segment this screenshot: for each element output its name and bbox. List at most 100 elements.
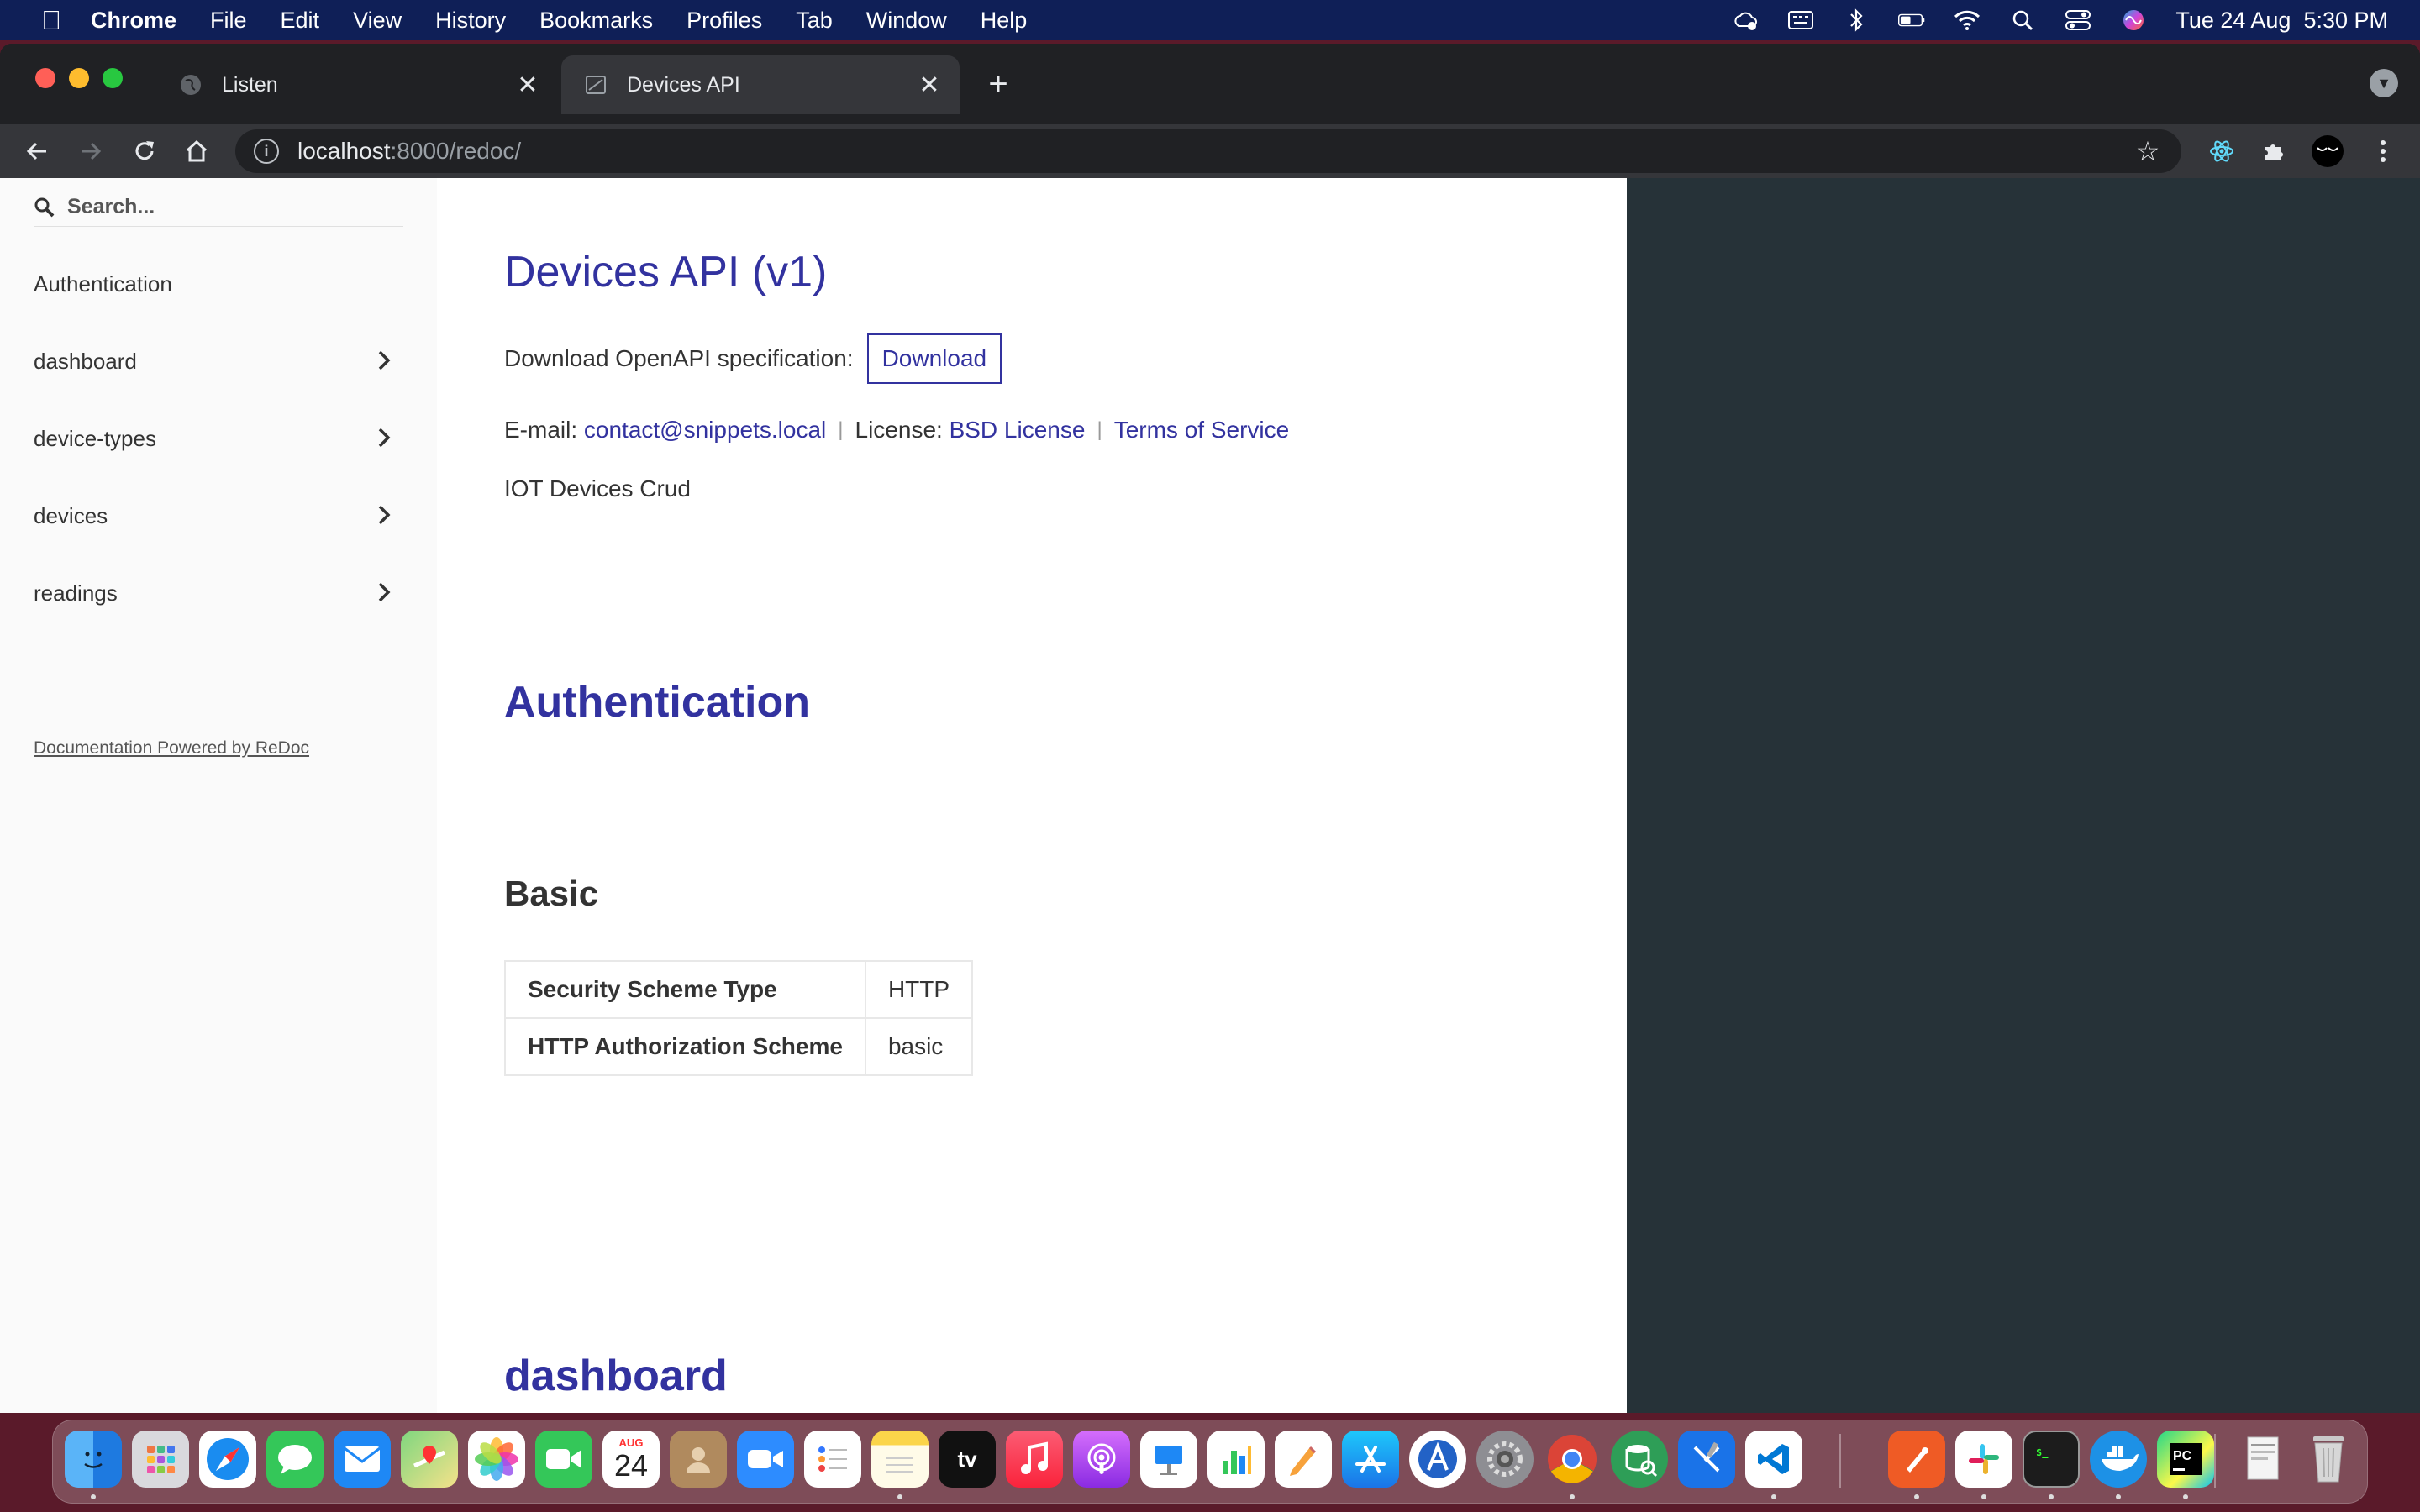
window-minimize-button[interactable] xyxy=(69,68,89,88)
launchpad-icon[interactable] xyxy=(132,1431,189,1488)
terms-of-service-link[interactable]: Terms of Service xyxy=(1114,417,1290,444)
tab-close-icon[interactable]: ✕ xyxy=(513,70,543,100)
podcasts-icon[interactable] xyxy=(1073,1431,1130,1488)
email-link[interactable]: contact@snippets.local xyxy=(584,417,826,444)
tab-search-chevron-icon[interactable]: ▼ xyxy=(2370,69,2398,97)
menu-window[interactable]: Window xyxy=(866,8,947,34)
menubar-clock[interactable]: Tue 24 Aug 5:30 PM xyxy=(2175,8,2388,34)
numbers-icon[interactable] xyxy=(1207,1431,1265,1488)
sidebar-item-device-types[interactable]: device-types xyxy=(34,413,403,464)
search-input[interactable] xyxy=(67,195,387,219)
table-value-cell: HTTP xyxy=(864,960,974,1019)
facetime-icon[interactable] xyxy=(535,1431,592,1488)
spotlight-search-icon[interactable] xyxy=(2009,9,2036,31)
menu-profiles[interactable]: Profiles xyxy=(687,8,762,34)
sidebar-item-dashboard[interactable]: dashboard xyxy=(34,336,403,386)
reminders-icon[interactable] xyxy=(804,1431,861,1488)
authentication-heading: Authentication xyxy=(504,678,810,727)
window-zoom-button[interactable] xyxy=(103,68,123,88)
apple-tv-icon[interactable]: tv xyxy=(939,1431,996,1488)
home-icon[interactable] xyxy=(180,134,213,168)
apple-tv-label: tv xyxy=(957,1446,977,1472)
menu-tab[interactable]: Tab xyxy=(796,8,833,34)
siri-icon[interactable] xyxy=(2120,9,2147,31)
battery-icon[interactable] xyxy=(1898,9,1925,31)
forward-arrow-icon[interactable] xyxy=(74,134,108,168)
slack-icon[interactable] xyxy=(1955,1431,2012,1488)
instruments-icon[interactable] xyxy=(1409,1431,1466,1488)
calendar-icon[interactable]: AUG 24 xyxy=(602,1431,660,1488)
menu-app-name[interactable]: Chrome xyxy=(91,8,176,34)
mail-icon[interactable] xyxy=(334,1431,391,1488)
tab-listen[interactable]: Listen ✕ xyxy=(156,55,558,114)
keynote-icon[interactable] xyxy=(1140,1431,1197,1488)
xcode-icon[interactable] xyxy=(1678,1431,1735,1488)
weather-status-icon[interactable] xyxy=(1732,9,1759,31)
vscode-icon[interactable] xyxy=(1745,1431,1802,1488)
contact-info-row: E-mail: contact@snippets.local | License… xyxy=(504,417,1289,444)
sidebar-item-authentication[interactable]: Authentication xyxy=(34,259,403,309)
separator: | xyxy=(838,418,844,441)
docker-icon[interactable] xyxy=(2090,1431,2147,1488)
menu-history[interactable]: History xyxy=(435,8,506,34)
tab-title: Listen xyxy=(222,72,278,97)
menu-help[interactable]: Help xyxy=(981,8,1028,34)
new-tab-plus-icon[interactable]: + xyxy=(981,66,1015,102)
contacts-icon[interactable] xyxy=(670,1431,727,1488)
bluetooth-icon[interactable] xyxy=(1843,8,1870,32)
trash-icon[interactable] xyxy=(2300,1431,2357,1488)
menu-edit[interactable]: Edit xyxy=(281,8,320,34)
chrome-icon[interactable] xyxy=(1544,1431,1601,1488)
menu-file[interactable]: File xyxy=(210,8,247,34)
license-link[interactable]: BSD License xyxy=(950,417,1086,444)
tab-devices-api[interactable]: Devices API ✕ xyxy=(561,55,960,114)
extensions-puzzle-icon[interactable] xyxy=(2257,134,2291,168)
window-close-button[interactable] xyxy=(35,68,55,88)
profile-avatar[interactable] xyxy=(2311,134,2344,168)
apple-logo-icon[interactable]:  xyxy=(34,5,69,36)
address-bar[interactable]: i localhost:8000/redoc/ ☆ xyxy=(235,129,2181,173)
chrome-menu-kebab-icon[interactable] xyxy=(2366,134,2400,168)
menu-bookmarks[interactable]: Bookmarks xyxy=(539,8,653,34)
postman-icon[interactable] xyxy=(1888,1431,1945,1488)
music-icon[interactable] xyxy=(1006,1431,1063,1488)
download-button[interactable]: Download xyxy=(866,333,1002,384)
back-arrow-icon[interactable] xyxy=(20,134,54,168)
sidebar-item-devices[interactable]: devices xyxy=(34,491,403,541)
keyboard-status-icon[interactable] xyxy=(1787,9,1814,31)
code-samples-panel xyxy=(1627,178,2420,1413)
page-viewport: Authentication dashboard device-types de… xyxy=(0,178,2420,1413)
downloads-stack-icon[interactable] xyxy=(2234,1431,2291,1488)
wifi-icon[interactable] xyxy=(1954,9,1981,31)
zoom-icon[interactable] xyxy=(737,1431,794,1488)
maps-icon[interactable] xyxy=(401,1431,458,1488)
finder-icon[interactable] xyxy=(65,1431,122,1488)
safari-icon[interactable] xyxy=(199,1431,256,1488)
search-icon xyxy=(34,196,57,219)
control-center-icon[interactable] xyxy=(2065,9,2091,31)
messages-icon[interactable] xyxy=(266,1431,324,1488)
react-devtools-icon[interactable] xyxy=(2205,134,2238,168)
pages-icon[interactable] xyxy=(1275,1431,1332,1488)
menu-view[interactable]: View xyxy=(353,8,402,34)
sidebar-item-label: Authentication xyxy=(34,270,172,297)
database-browser-icon[interactable] xyxy=(1611,1431,1668,1488)
running-indicator xyxy=(1570,1494,1575,1499)
sidebar-item-readings[interactable]: readings xyxy=(34,568,403,618)
running-indicator xyxy=(1981,1494,1986,1499)
bookmark-star-icon[interactable]: ☆ xyxy=(2133,136,2163,166)
running-indicator xyxy=(1771,1494,1776,1499)
site-info-icon[interactable]: i xyxy=(254,139,279,164)
running-indicator xyxy=(897,1494,902,1499)
running-indicator xyxy=(2116,1494,2121,1499)
system-preferences-icon[interactable] xyxy=(1476,1431,1534,1488)
table-value-cell: basic xyxy=(864,1017,974,1076)
powered-by-redoc-link[interactable]: Documentation Powered by ReDoc xyxy=(34,738,309,759)
pycharm-icon[interactable]: PC xyxy=(2157,1431,2214,1488)
app-store-icon[interactable] xyxy=(1342,1431,1399,1488)
tab-close-icon[interactable]: ✕ xyxy=(914,70,944,100)
notes-icon[interactable] xyxy=(871,1431,929,1488)
reload-icon[interactable] xyxy=(128,134,161,168)
terminal-icon[interactable]: $_ xyxy=(2023,1431,2080,1488)
photos-icon[interactable] xyxy=(468,1431,525,1488)
